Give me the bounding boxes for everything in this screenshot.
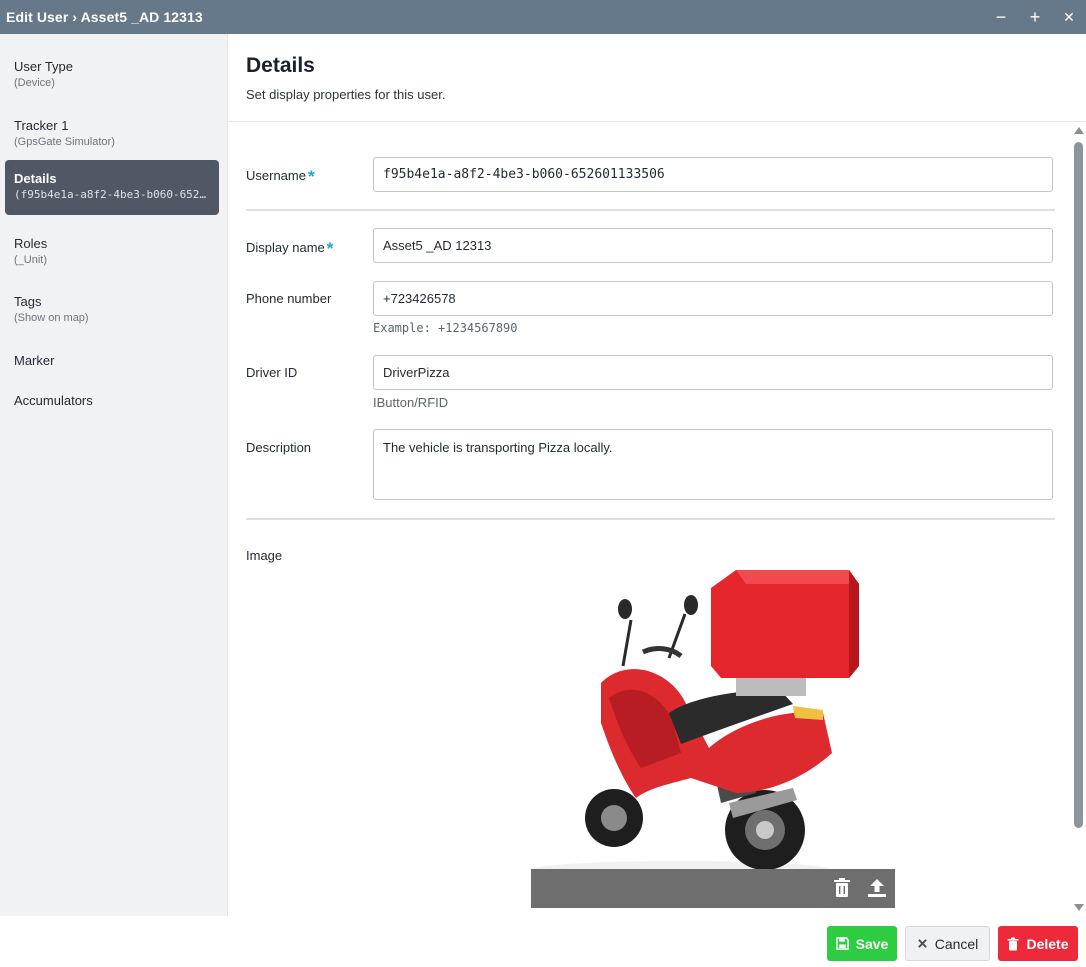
sidebar-item-accumulators[interactable]: Accumulators	[5, 383, 219, 413]
image-label: Image	[246, 548, 283, 563]
scrollbar[interactable]	[1071, 123, 1086, 916]
sidebar-item-label: Roles	[14, 236, 48, 251]
close-button[interactable]: ✕	[1052, 0, 1086, 34]
description-textarea[interactable]: The vehicle is transporting Pizza locall…	[373, 429, 1053, 500]
sidebar-item-label: Tags	[14, 294, 42, 309]
username-input[interactable]	[373, 157, 1053, 192]
display-name-label: Display name *	[246, 239, 334, 258]
window-title: Edit User › Asset5 _AD 12313	[6, 9, 203, 25]
sidebar-item-user-type[interactable]: User Type (Device)	[5, 49, 219, 89]
scroll-down-arrow-icon[interactable]	[1074, 904, 1084, 911]
window-titlebar: Edit User › Asset5 _AD 12313 − + ✕	[0, 0, 1086, 34]
scroll-up-arrow-icon[interactable]	[1074, 127, 1084, 134]
sidebar-item-roles[interactable]: Roles (_Unit)	[5, 226, 219, 266]
sidebar-item-label: Accumulators	[14, 393, 93, 408]
user-image	[531, 570, 859, 879]
driver-id-hint: IButton/RFID	[373, 395, 449, 410]
delete-label: Delete	[1026, 935, 1069, 952]
sidebar-item-label: User Type	[14, 59, 74, 74]
sidebar-nav: User Type (Device) Tracker 1 (GpsGate Si…	[0, 34, 228, 916]
cancel-button[interactable]: Cancel	[905, 926, 990, 961]
sidebar-item-sublabel: (GpsGate Simulator)	[14, 136, 115, 148]
close-icon	[917, 939, 927, 948]
page-description: Set display properties for this user.	[246, 87, 446, 102]
sidebar-item-marker[interactable]: Marker	[5, 343, 219, 373]
username-label: Username *	[246, 167, 315, 186]
image-toolbar	[531, 869, 895, 908]
driver-id-label: Driver ID	[246, 365, 298, 380]
trash-icon[interactable]	[830, 876, 854, 900]
upload-icon[interactable]	[865, 876, 889, 900]
panel-header: Details Set display properties for this …	[229, 34, 1086, 122]
save-label: Save	[855, 935, 889, 952]
dialog-footer: Save Cancel Delete	[0, 916, 1086, 967]
save-button[interactable]: Save	[827, 926, 897, 961]
minimize-button[interactable]: −	[984, 0, 1018, 34]
phone-number-input[interactable]	[373, 281, 1053, 316]
sidebar-item-tags[interactable]: Tags (Show on map)	[5, 284, 219, 324]
scrollbar-thumb[interactable]	[1074, 142, 1083, 828]
save-icon	[835, 937, 849, 950]
delete-button[interactable]: Delete	[998, 926, 1078, 961]
details-form: Username* Display name* Phone number Exa…	[229, 123, 1086, 916]
details-panel: Details Set display properties for this …	[229, 34, 1086, 916]
sidebar-item-sublabel: (Show on map)	[14, 312, 89, 324]
trash-icon	[1007, 937, 1019, 950]
divider	[246, 209, 1055, 211]
phone-number-hint: Example: +1234567890	[373, 321, 518, 335]
sidebar-item-label: Marker	[14, 353, 55, 368]
display-name-input[interactable]	[373, 228, 1053, 263]
sidebar-item-sublabel: (Device)	[14, 77, 55, 89]
sidebar-item-details[interactable]: Details (f95b4e1a-a8f2-4be3-b060-6526011…	[5, 160, 219, 215]
description-label: Description	[246, 440, 312, 455]
driver-id-input[interactable]	[373, 355, 1053, 390]
sidebar-item-sublabel: (_Unit)	[14, 254, 48, 266]
phone-number-label: Phone number	[246, 291, 332, 306]
divider	[246, 518, 1055, 520]
maximize-button[interactable]: +	[1018, 0, 1052, 34]
sidebar-item-label: Details	[14, 171, 57, 186]
required-asterisk: *	[307, 167, 315, 186]
required-asterisk: *	[326, 239, 334, 258]
cancel-label: Cancel	[934, 935, 979, 952]
sidebar-item-tracker-1[interactable]: Tracker 1 (GpsGate Simulator)	[5, 108, 219, 148]
sidebar-item-sublabel: (f95b4e1a-a8f2-4be3-b060-652601133506)	[14, 188, 219, 201]
sidebar-item-label: Tracker 1	[14, 118, 69, 133]
page-title: Details	[246, 54, 315, 77]
